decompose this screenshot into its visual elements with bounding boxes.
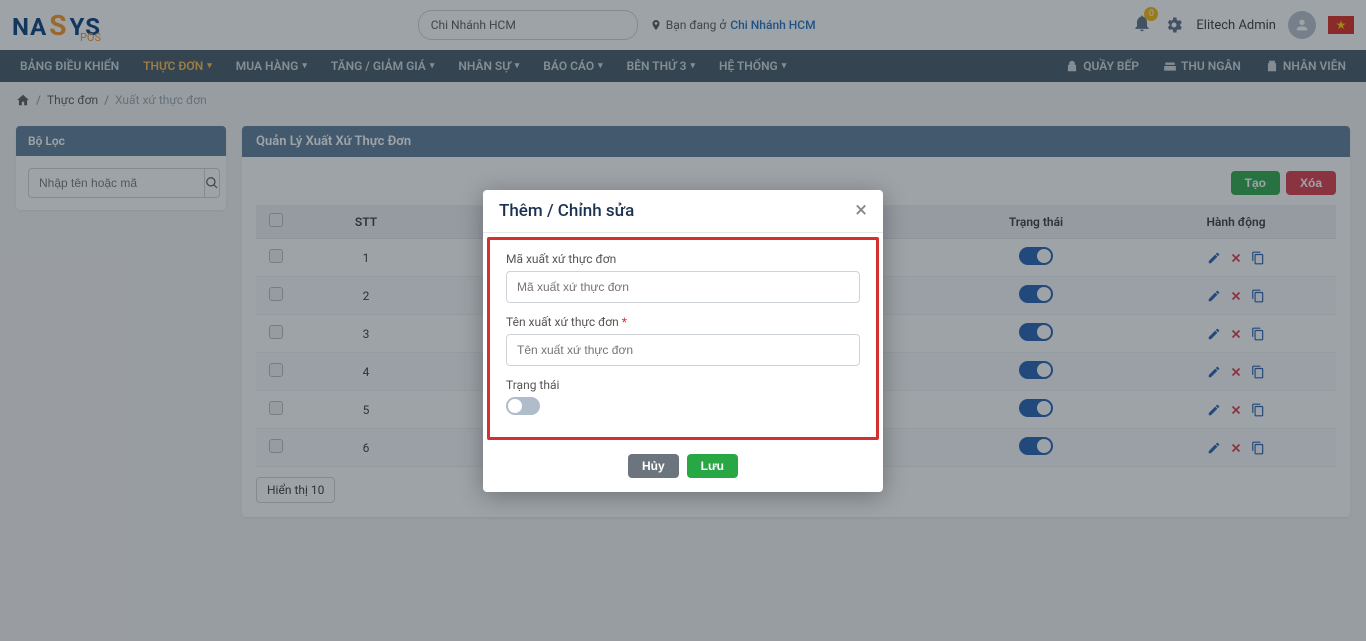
input-name[interactable] [506, 334, 860, 366]
edit-modal: Thêm / Chỉnh sửa × Mã xuất xứ thực đơn T… [483, 190, 883, 492]
label-status: Trạng thái [506, 378, 860, 392]
cancel-button[interactable]: Hủy [628, 454, 679, 478]
input-code[interactable] [506, 271, 860, 303]
modal-title: Thêm / Chỉnh sửa [499, 201, 634, 221]
status-toggle[interactable] [506, 397, 540, 415]
modal-close-button[interactable]: × [855, 200, 867, 222]
label-name: Tên xuất xứ thực đơn * [506, 315, 860, 329]
save-button[interactable]: Lưu [687, 454, 738, 478]
label-code: Mã xuất xứ thực đơn [506, 252, 860, 266]
